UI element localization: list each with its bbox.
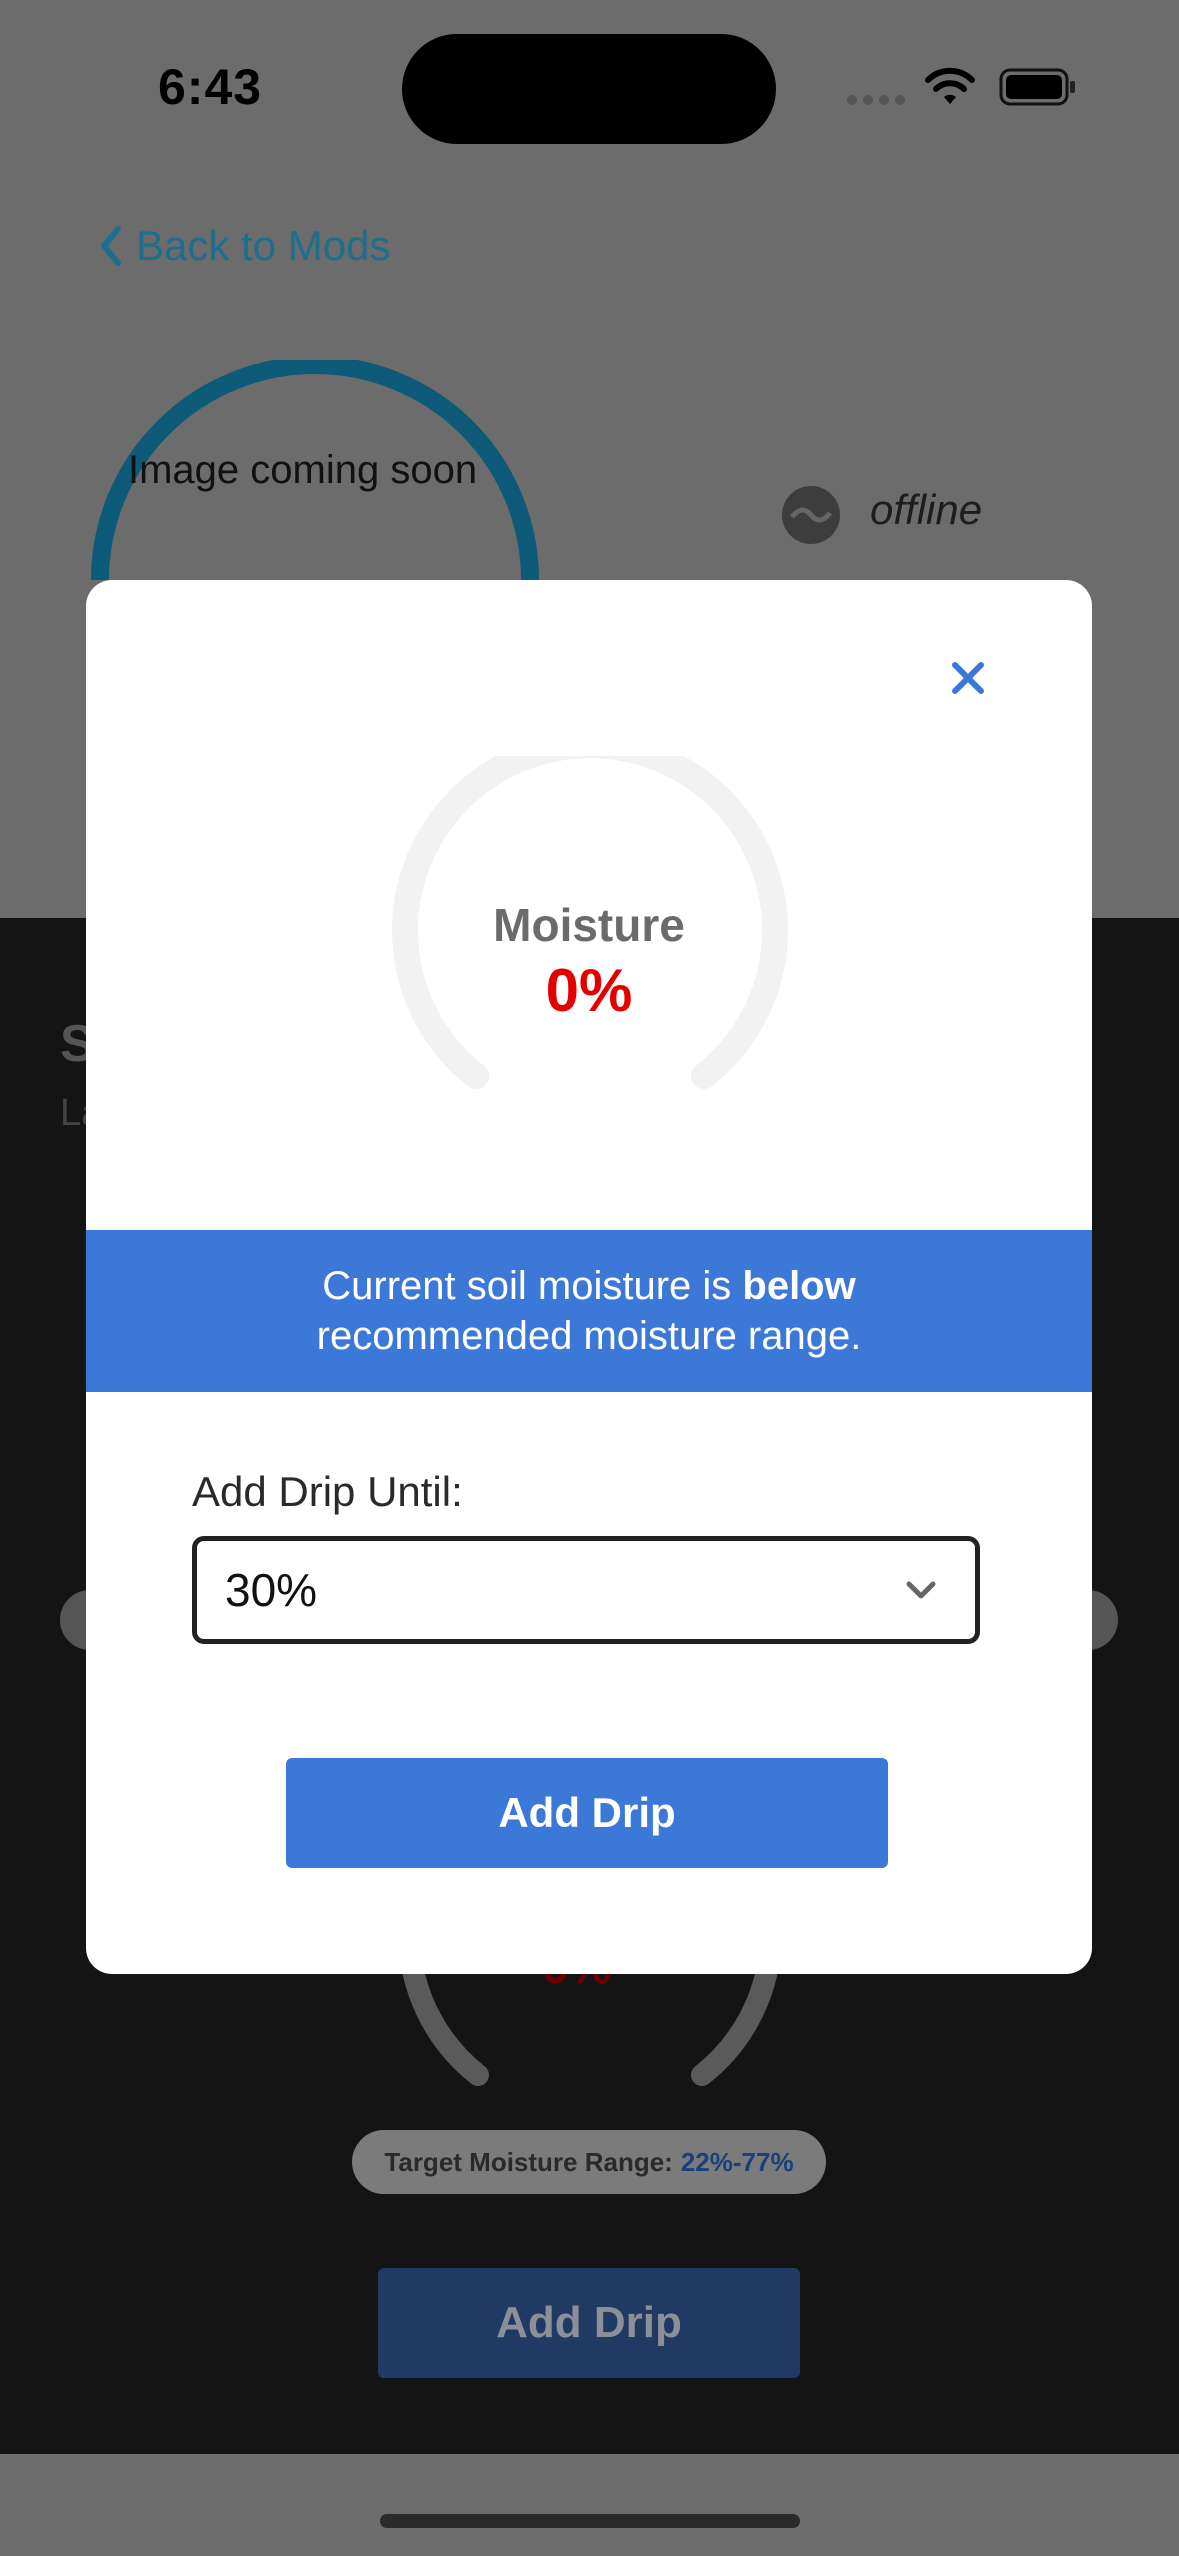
target-range-value: 22%-77% (680, 2146, 794, 2177)
banner-bold: below (742, 1264, 856, 1308)
banner-suffix: recommended moisture range. (316, 1314, 862, 1358)
home-indicator (380, 2514, 800, 2528)
offline-status-icon (782, 486, 840, 544)
add-drip-modal: Moisture 0% Current soil moisture is bel… (86, 580, 1092, 1974)
chevron-down-icon (906, 1581, 936, 1599)
back-label: Back to Mods (136, 222, 391, 269)
drip-until-value: 30% (225, 1564, 318, 1616)
status-time: 6:43 (158, 59, 263, 115)
device-image-placeholder: Image coming soon (128, 448, 478, 492)
gauge-value: 0% (545, 957, 633, 1024)
connection-status: offline (870, 486, 983, 533)
gauge-title: Moisture (493, 899, 685, 951)
chevron-left-icon (101, 226, 121, 266)
close-button[interactable] (940, 650, 996, 706)
target-range-label: Target Moisture Range: (384, 2146, 673, 2177)
target-moisture-range: Target Moisture Range: 22%-77% (352, 2130, 826, 2194)
moisture-alert-banner: Current soil moisture is below recommend… (86, 1230, 1092, 1392)
dynamic-island (402, 34, 776, 144)
wifi-icon (925, 67, 975, 104)
cellular-signal-icon (847, 95, 905, 105)
banner-prefix: Current soil moisture is (322, 1264, 732, 1308)
bottom-background (0, 2454, 1179, 2556)
background-add-drip-button: Add Drip (378, 2268, 800, 2378)
close-icon (952, 662, 984, 694)
back-to-mods-link[interactable]: Back to Mods (98, 222, 390, 270)
drip-until-select[interactable]: 30% (192, 1536, 980, 1644)
battery-icon (999, 68, 1075, 106)
add-drip-button[interactable]: Add Drip (286, 1758, 888, 1868)
drip-until-label: Add Drip Until: (192, 1468, 463, 1515)
